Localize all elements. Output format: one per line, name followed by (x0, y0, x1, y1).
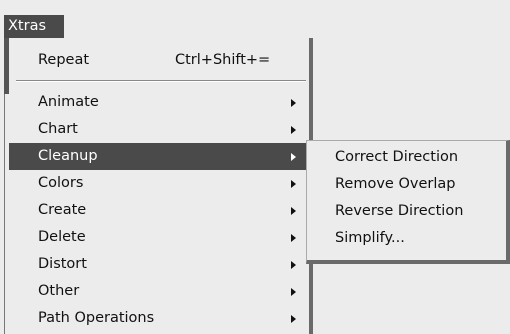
submenu-item-label: Correct Direction (335, 149, 459, 165)
menu-separator (16, 80, 306, 82)
menu-item-label: Create (38, 202, 87, 218)
submenu-item-correct-direction[interactable]: Correct Direction (307, 144, 506, 171)
submenu-item-label: Simplify... (335, 230, 405, 246)
menu-item-label: Chart (38, 121, 78, 137)
menu-item-label: Cleanup (38, 148, 98, 164)
submenu-arrow-icon (291, 261, 296, 269)
shortcut-text: Ctrl+Shift+= (175, 52, 271, 68)
menu-item-colors[interactable]: Colors (9, 170, 306, 197)
menu-item-label: Distort (38, 256, 87, 272)
menu-item-animate[interactable]: Animate (9, 89, 306, 116)
menu-item-delete[interactable]: Delete (9, 224, 306, 251)
submenu-arrow-icon (291, 153, 296, 161)
menu-item-label: Path Operations (38, 310, 155, 326)
menu-item-create[interactable]: Create (9, 197, 306, 224)
submenu-item-remove-overlap[interactable]: Remove Overlap (307, 171, 506, 198)
menu-item-cleanup[interactable]: Cleanup (9, 143, 306, 170)
menu-item-label: Animate (38, 94, 99, 110)
menu-item-path-operations[interactable]: Path Operations (9, 305, 306, 332)
cleanup-submenu: Correct Direction Remove Overlap Reverse… (306, 140, 510, 264)
submenu-arrow-icon (291, 207, 296, 215)
submenu-item-label: Reverse Direction (335, 203, 464, 219)
submenu-item-simplify[interactable]: Simplify... (307, 225, 506, 252)
menu-item-distort[interactable]: Distort (9, 251, 306, 278)
menu-item-label: Colors (38, 175, 84, 191)
submenu-arrow-icon (291, 180, 296, 188)
submenu-arrow-icon (291, 99, 296, 107)
menu-item-repeat[interactable]: Repeat Ctrl+Shift+= (9, 47, 306, 74)
menu-xtras[interactable]: Xtras (4, 15, 64, 38)
submenu-arrow-icon (291, 315, 296, 323)
submenu-arrow-icon (291, 126, 296, 134)
submenu-arrow-icon (291, 234, 296, 242)
menu-item-label: Other (38, 283, 80, 299)
menu-bar: Xtras (0, 0, 510, 38)
menu-item-other[interactable]: Other (9, 278, 306, 305)
submenu-arrow-icon (291, 288, 296, 296)
submenu-item-reverse-direction[interactable]: Reverse Direction (307, 198, 506, 225)
menu-item-label: Delete (38, 229, 86, 245)
menu-item-chart[interactable]: Chart (9, 116, 306, 143)
menu-item-label: Repeat (38, 52, 90, 68)
submenu-item-label: Remove Overlap (335, 176, 456, 192)
